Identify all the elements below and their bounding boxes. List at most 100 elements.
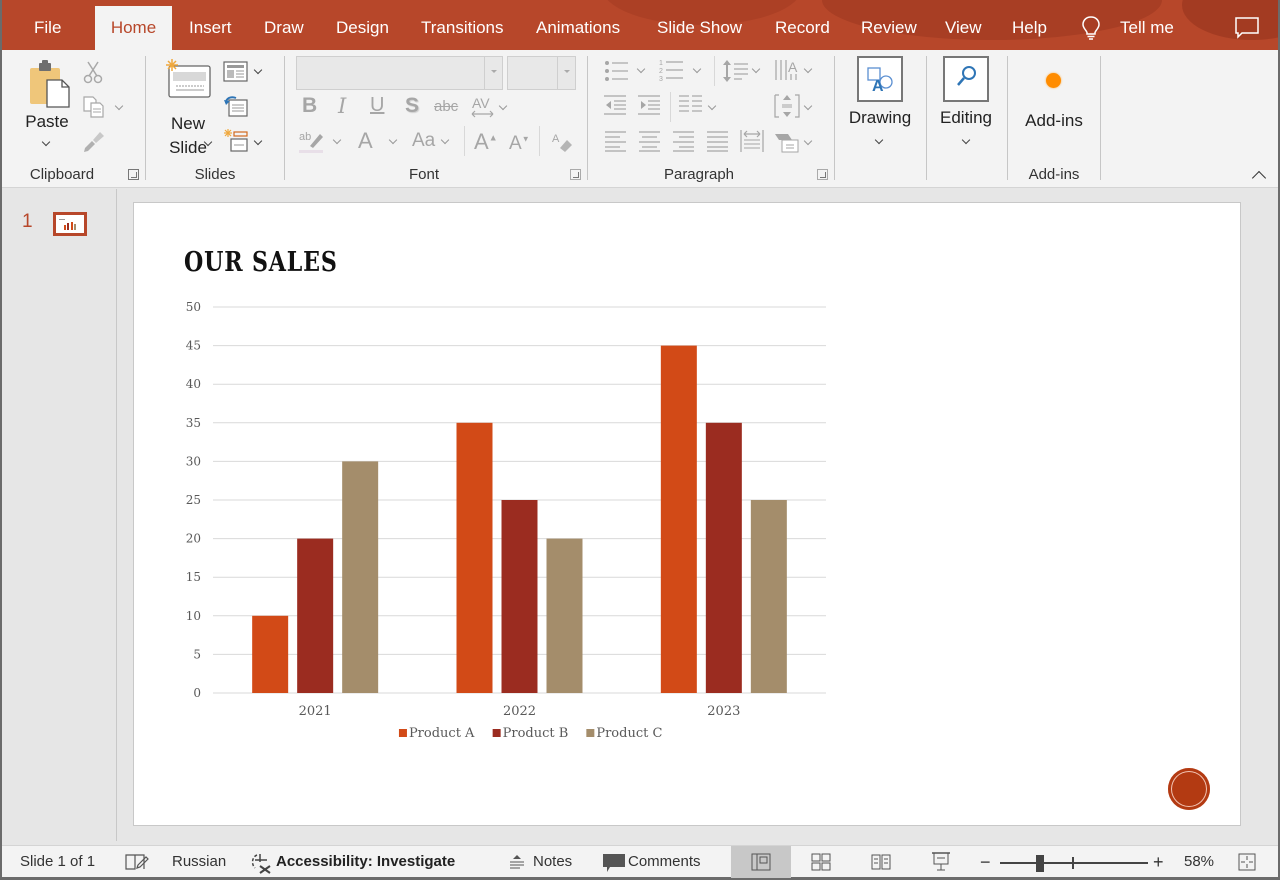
columns-chevron-icon[interactable] [707, 101, 717, 111]
bar-product-b-2021[interactable] [297, 538, 334, 693]
convert-to-smartart-icon[interactable] [774, 130, 800, 154]
zoom-in-button[interactable]: + [1153, 846, 1164, 878]
text-direction-chevron-icon[interactable] [803, 64, 813, 74]
numbering-icon[interactable]: 123 [659, 58, 685, 84]
tab-file[interactable]: File [24, 6, 71, 50]
bar-product-a-2022[interactable] [456, 422, 493, 693]
layout-icon[interactable] [223, 61, 249, 83]
tab-help[interactable]: Help [1002, 6, 1057, 50]
language-indicator[interactable]: Russian [172, 846, 226, 878]
notes-button[interactable]: Notes [533, 846, 572, 878]
font-color-icon[interactable]: A [358, 128, 373, 154]
highlight-chevron-icon[interactable] [332, 135, 342, 145]
addins-button[interactable]: Add-ins [1014, 111, 1094, 131]
character-spacing-icon[interactable]: AV [470, 95, 496, 119]
addins-icon[interactable] [1046, 73, 1061, 88]
decrease-indent-icon[interactable] [604, 94, 628, 116]
line-spacing-icon[interactable] [722, 58, 750, 84]
tab-view[interactable]: View [935, 6, 992, 50]
tab-transitions[interactable]: Transitions [411, 6, 514, 50]
tab-insert[interactable]: Insert [179, 6, 242, 50]
tab-slide-show[interactable]: Slide Show [647, 6, 752, 50]
tab-design[interactable]: Design [326, 6, 399, 50]
comments-status-icon[interactable] [602, 852, 626, 874]
bullets-chevron-icon[interactable] [636, 64, 646, 74]
font-dialog-launcher-icon[interactable] [570, 169, 581, 180]
bullets-icon[interactable] [604, 60, 630, 82]
slide-canvas[interactable]: OUR SALES 0 5 10 15 20 25 30 35 40 45 50 2021 2022 20… [133, 202, 1241, 826]
spelling-check-icon[interactable] [125, 853, 149, 871]
justify-icon[interactable] [706, 130, 730, 152]
tab-animations[interactable]: Animations [526, 6, 630, 50]
new-slide-icon[interactable] [164, 58, 212, 100]
numbering-chevron-icon[interactable] [692, 64, 702, 74]
format-painter-icon[interactable] [82, 130, 106, 154]
paste-icon[interactable] [28, 60, 72, 108]
tab-home[interactable]: Home [95, 6, 172, 50]
change-case-chevron-icon[interactable] [440, 135, 450, 145]
paragraph-dialog-launcher-icon[interactable] [817, 169, 828, 180]
drawing-chevron-icon[interactable] [874, 135, 884, 145]
font-size-combo[interactable] [507, 56, 576, 90]
collapse-ribbon-icon[interactable] [1251, 170, 1267, 186]
bar-product-c-2021[interactable] [342, 461, 379, 693]
reset-slide-icon[interactable] [223, 94, 249, 118]
section-icon[interactable] [223, 128, 249, 154]
tab-review[interactable]: Review [851, 6, 927, 50]
bar-product-a-2021[interactable] [252, 615, 289, 693]
line-spacing-chevron-icon[interactable] [751, 64, 761, 74]
align-text-icon[interactable] [774, 93, 800, 119]
text-shadow-icon[interactable]: S [405, 94, 419, 118]
change-case-icon[interactable]: Aa [412, 130, 435, 152]
cut-icon[interactable] [82, 60, 104, 84]
comments-icon[interactable] [1234, 16, 1260, 40]
slide-sorter-button[interactable] [791, 846, 851, 878]
smartart-chevron-icon[interactable] [803, 136, 813, 146]
zoom-out-button[interactable]: − [980, 846, 991, 878]
drawing-label[interactable]: Drawing [842, 108, 918, 128]
bold-icon[interactable]: B [302, 94, 317, 118]
font-color-chevron-icon[interactable] [388, 135, 398, 145]
editing-label[interactable]: Editing [934, 108, 998, 128]
strikethrough-icon[interactable]: abc [434, 98, 458, 115]
editing-chevron-icon[interactable] [961, 135, 971, 145]
align-right-icon[interactable] [672, 130, 696, 152]
align-text-chevron-icon[interactable] [803, 101, 813, 111]
copy-icon[interactable] [82, 95, 106, 119]
decrease-font-size-icon[interactable]: A▼ [509, 133, 530, 155]
section-chevron-icon[interactable] [253, 136, 263, 146]
zoom-slider-track[interactable] [1000, 862, 1148, 864]
normal-view-button[interactable] [731, 846, 791, 878]
zoom-slider-thumb[interactable] [1036, 855, 1044, 872]
font-size-dropdown-icon[interactable] [557, 57, 575, 89]
new-slide-button[interactable]: New Slide [160, 112, 216, 160]
columns-icon[interactable] [679, 94, 703, 116]
text-direction-icon[interactable]: A [774, 58, 802, 84]
comments-button[interactable]: Comments [628, 846, 701, 878]
paste-chevron-icon[interactable] [41, 137, 51, 147]
shapes-icon[interactable]: A [857, 56, 903, 102]
find-icon[interactable] [943, 56, 989, 102]
fit-to-window-icon[interactable] [1238, 853, 1256, 871]
lightbulb-icon[interactable] [1080, 15, 1102, 41]
tell-me-search[interactable]: Tell me [1120, 6, 1174, 50]
italic-icon[interactable]: I [338, 94, 346, 118]
zoom-level[interactable]: 58% [1184, 846, 1214, 878]
notes-icon[interactable] [508, 854, 526, 870]
copy-chevron-icon[interactable] [114, 101, 124, 111]
underline-icon[interactable]: U [370, 94, 384, 117]
slide-thumbnail[interactable] [53, 212, 87, 236]
sales-bar-chart[interactable]: 0 5 10 15 20 25 30 35 40 45 50 2021 2022 2023 Product … [134, 203, 1242, 827]
layout-chevron-icon[interactable] [253, 65, 263, 75]
bar-product-b-2023[interactable] [705, 422, 742, 693]
bar-product-c-2023[interactable] [750, 500, 787, 693]
bar-product-b-2022[interactable] [501, 500, 538, 693]
bar-product-a-2023[interactable] [660, 345, 697, 693]
highlight-color-icon[interactable]: ab [298, 128, 326, 154]
align-left-icon[interactable] [604, 130, 628, 152]
align-center-icon[interactable] [638, 130, 662, 152]
tab-record[interactable]: Record [765, 6, 840, 50]
increase-indent-icon[interactable] [638, 94, 662, 116]
accessibility-status[interactable]: Accessibility: Investigate [276, 846, 455, 878]
accessibility-icon[interactable] [249, 852, 273, 874]
